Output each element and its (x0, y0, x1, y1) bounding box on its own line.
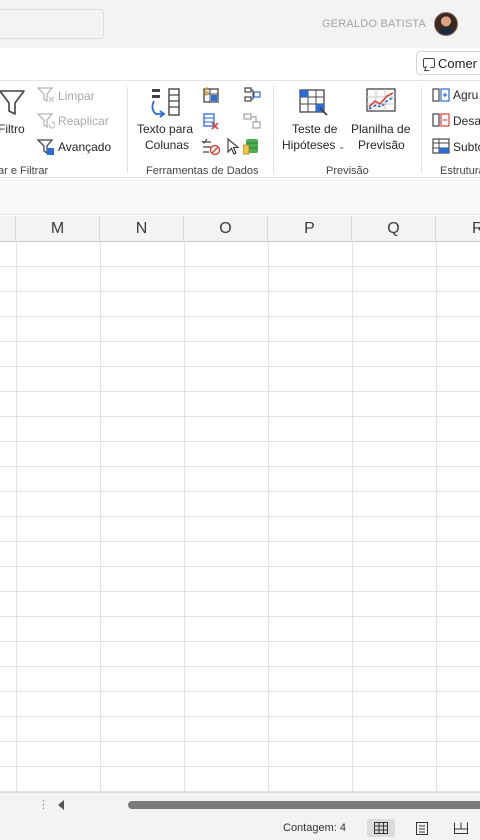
group-divider (273, 87, 274, 173)
text-to-columns-line1[interactable]: Texto para (137, 122, 193, 136)
status-count: Contagem: 4 (283, 822, 346, 834)
group-divider (127, 87, 128, 173)
comments-button[interactable]: Comer (416, 51, 480, 75)
grid-column-line (100, 242, 101, 792)
reapply-icon (37, 113, 55, 129)
relationships-icon[interactable] (243, 112, 261, 130)
forecast-group-label: Previsão (326, 165, 369, 177)
sort-filter-group-label: ar e Filtrar (0, 165, 49, 177)
mouse-cursor-icon (227, 137, 240, 155)
data-validation-icon[interactable] (201, 138, 221, 156)
data-model-icon[interactable] (243, 137, 261, 155)
sheet-tab-bar: ⋮ (0, 792, 480, 816)
column-header-m[interactable]: M (16, 216, 100, 242)
page-layout-view-button[interactable] (408, 819, 436, 837)
column-header-row: M N O P Q R (0, 216, 480, 242)
filter-button[interactable]: Filtro (0, 122, 25, 136)
remove-duplicates-icon[interactable] (202, 112, 220, 130)
outline-group-label: Estrutura (440, 165, 480, 177)
what-if-analysis-icon (299, 89, 328, 116)
grid-column-line (436, 242, 437, 792)
search-box[interactable] (0, 9, 104, 39)
ungroup-icon (432, 113, 450, 127)
data-tools-group-label: Ferramentas de Dados (146, 165, 259, 177)
user-name: GERALDO BATISTA (322, 18, 427, 30)
what-if-line1[interactable]: Teste de (292, 122, 337, 136)
consolidate-icon[interactable] (243, 86, 261, 104)
page-break-icon (454, 822, 468, 834)
formula-bar-area (0, 179, 480, 215)
text-to-columns-icon (151, 88, 180, 118)
advanced-filter-button[interactable]: Avançado (58, 140, 111, 154)
page-break-view-button[interactable] (447, 819, 475, 837)
reapply-button[interactable]: Reaplicar (58, 114, 109, 128)
scroll-left-arrow-icon[interactable] (58, 800, 64, 810)
column-header-q[interactable]: Q (352, 216, 436, 242)
page-layout-icon (416, 821, 428, 835)
grid-column-line (268, 242, 269, 792)
filter-icon (0, 90, 25, 115)
text-to-columns-line2[interactable]: Colunas (145, 138, 189, 152)
column-header-n[interactable]: N (100, 216, 184, 242)
group-icon (432, 88, 450, 102)
column-header-p[interactable]: P (268, 216, 352, 242)
subtotal-button[interactable]: Subto (453, 140, 480, 154)
forecast-sheet-icon (366, 88, 396, 112)
what-if-line2[interactable]: Hipóteses ⌄ (282, 138, 345, 152)
title-bar: GERALDO BATISTA (0, 0, 480, 48)
ungroup-button[interactable]: Desa (453, 114, 480, 128)
column-header-r[interactable]: R (436, 216, 480, 242)
normal-view-button[interactable] (367, 819, 395, 837)
more-tabs-icon[interactable]: ⋮ (38, 798, 49, 811)
normal-view-icon (374, 822, 388, 834)
user-avatar[interactable] (434, 12, 458, 36)
group-divider (421, 87, 422, 173)
grid-column-line (352, 242, 353, 792)
clear-filter-icon (37, 87, 55, 103)
grid-column-line (184, 242, 185, 792)
column-header-o[interactable]: O (184, 216, 268, 242)
comment-icon (423, 58, 435, 68)
grid-column-line (16, 242, 17, 792)
ribbon-data-tab: Filtro Limpar Reaplicar Avançado ar e Fi… (0, 80, 480, 178)
forecast-sheet-line1[interactable]: Planilha de (351, 122, 410, 136)
column-header-partial[interactable] (0, 216, 16, 242)
group-button[interactable]: Agru (453, 88, 478, 102)
advanced-filter-icon (37, 139, 54, 155)
flash-fill-icon[interactable] (202, 86, 220, 104)
cell-grid[interactable] (0, 242, 480, 792)
clear-filter-button[interactable]: Limpar (58, 89, 95, 103)
status-bar: Contagem: 4 (0, 816, 480, 840)
horizontal-scrollbar-thumb[interactable] (128, 801, 480, 809)
subtotal-icon (432, 138, 450, 154)
forecast-sheet-line2[interactable]: Previsão (358, 138, 405, 152)
comments-button-label: Comer (438, 55, 478, 71)
